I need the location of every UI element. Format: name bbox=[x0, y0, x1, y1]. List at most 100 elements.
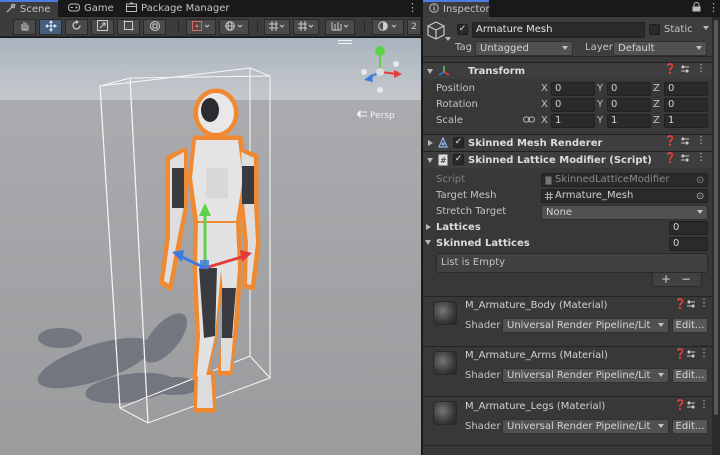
perspective-toggle[interactable]: Persp bbox=[356, 109, 395, 121]
transform-tool-button[interactable] bbox=[143, 19, 166, 35]
toolbar-divider bbox=[364, 21, 365, 33]
preset-sliders-icon[interactable] bbox=[686, 349, 696, 363]
help-icon[interactable]: ❓ bbox=[664, 136, 676, 148]
link-icon[interactable] bbox=[523, 115, 535, 127]
help-icon[interactable]: ❓ bbox=[664, 153, 676, 165]
edit-shader-button[interactable]: Edit... bbox=[672, 318, 708, 333]
skinned-lattices-label[interactable]: Skinned Lattices bbox=[436, 238, 530, 249]
chevron-down-icon bbox=[658, 373, 664, 377]
script-label: Script bbox=[436, 174, 466, 185]
scene-toolbar: 2 bbox=[0, 17, 421, 37]
hand-tool-button[interactable] bbox=[13, 19, 36, 35]
list-remove-button[interactable]: − bbox=[681, 272, 691, 286]
scale-y-field[interactable]: 1 bbox=[607, 114, 651, 128]
inspector-tab-menu-icon[interactable]: ⋮ bbox=[708, 2, 719, 14]
scene-tab-menu-icon[interactable]: ⋮ bbox=[407, 2, 418, 14]
help-icon[interactable]: ❓ bbox=[674, 299, 686, 311]
component-menu-icon[interactable]: ⋮ bbox=[696, 135, 706, 147]
preset-sliders-icon[interactable] bbox=[686, 400, 696, 414]
global-local-dropdown[interactable] bbox=[219, 19, 249, 35]
foldout-arrow-icon[interactable] bbox=[425, 240, 431, 245]
scene-viewport[interactable]: Persp bbox=[0, 38, 421, 455]
toolbar-divider bbox=[178, 21, 179, 33]
draw-mode-dropdown[interactable] bbox=[372, 19, 404, 35]
edit-shader-button[interactable]: Edit... bbox=[672, 368, 708, 383]
preset-sliders-icon[interactable] bbox=[680, 153, 690, 167]
component-menu-icon[interactable]: ⋮ bbox=[696, 152, 706, 164]
preset-sliders-icon[interactable] bbox=[680, 64, 690, 78]
target-mesh-field[interactable]: Armature_Mesh ⊙ bbox=[541, 189, 708, 203]
scale-tool-button[interactable] bbox=[91, 19, 114, 35]
tab-inspector[interactable]: Inspector bbox=[423, 0, 490, 17]
shader-dropdown-arms[interactable]: Universal Render Pipeline/Lit bbox=[502, 368, 669, 383]
position-z-field[interactable]: 0 bbox=[664, 82, 708, 96]
help-icon[interactable]: ❓ bbox=[674, 349, 686, 361]
list-add-button[interactable]: + bbox=[661, 272, 671, 286]
component-menu-icon[interactable]: ⋮ bbox=[699, 348, 709, 360]
scale-x-field[interactable]: 1 bbox=[551, 114, 595, 128]
2d-toggle-button[interactable]: 2 bbox=[407, 19, 421, 35]
skinned-lattices-count-field[interactable]: 0 bbox=[669, 237, 708, 251]
rotation-y-field[interactable]: 0 bbox=[607, 98, 651, 112]
section-divider bbox=[423, 396, 712, 397]
rect-tool-button[interactable] bbox=[117, 19, 140, 35]
preset-sliders-icon[interactable] bbox=[680, 136, 690, 150]
tab-package-manager[interactable]: Package Manager bbox=[120, 0, 235, 17]
lattice-modifier-checkbox[interactable]: ✓ bbox=[453, 154, 464, 165]
edit-shader-button[interactable]: Edit... bbox=[672, 419, 708, 434]
static-checkbox[interactable] bbox=[649, 24, 660, 35]
tab-game[interactable]: Game bbox=[62, 0, 120, 17]
hand-icon bbox=[19, 20, 30, 34]
preset-sliders-icon[interactable] bbox=[686, 299, 696, 313]
foldout-arrow-icon[interactable] bbox=[428, 140, 433, 146]
foldout-arrow-icon[interactable] bbox=[427, 69, 433, 74]
axis-y-label: Y bbox=[597, 83, 604, 94]
tab-scene[interactable]: Scene bbox=[0, 0, 58, 17]
axis-z-label: Z bbox=[653, 99, 660, 110]
foldout-arrow-icon[interactable] bbox=[427, 158, 433, 163]
list-empty-text: List is Empty bbox=[441, 257, 506, 268]
shading-sphere-icon bbox=[378, 20, 398, 34]
object-name-field[interactable]: Armature Mesh bbox=[472, 22, 645, 38]
active-checkbox[interactable]: ✓ bbox=[457, 24, 468, 35]
snap-increment-button[interactable] bbox=[293, 19, 319, 35]
inspector-scroll-thumb[interactable] bbox=[714, 20, 718, 415]
rotation-z-field[interactable]: 0 bbox=[664, 98, 708, 112]
move-tool-button[interactable] bbox=[39, 19, 62, 35]
rotate-tool-button[interactable] bbox=[65, 19, 88, 35]
lattices-count-field[interactable]: 0 bbox=[669, 221, 708, 235]
static-dropdown-arrow[interactable] bbox=[703, 26, 709, 30]
overlay-handle[interactable] bbox=[338, 40, 352, 44]
skinned-mesh-renderer-checkbox[interactable]: ✓ bbox=[453, 137, 464, 148]
component-menu-icon[interactable]: ⋮ bbox=[699, 399, 709, 411]
2d-toggle-label: 2 bbox=[411, 22, 417, 32]
scene-tab-icon bbox=[6, 3, 16, 16]
object-picker-icon[interactable]: ⊙ bbox=[696, 191, 704, 202]
gameobject-cube-icon bbox=[427, 21, 445, 44]
foldout-arrow-icon[interactable] bbox=[426, 224, 431, 230]
tag-dropdown[interactable]: Untagged bbox=[475, 41, 573, 56]
component-menu-icon[interactable]: ⋮ bbox=[699, 298, 709, 310]
scene-tab-bar: Scene Game Package Manager ⋮ bbox=[0, 0, 421, 17]
grid-snapping-button[interactable] bbox=[264, 19, 290, 35]
shader-dropdown-legs[interactable]: Universal Render Pipeline/Lit bbox=[502, 419, 669, 434]
position-y-field[interactable]: 0 bbox=[607, 82, 651, 96]
position-x-field[interactable]: 0 bbox=[551, 82, 595, 96]
mesh-renderer-icon bbox=[437, 136, 449, 152]
layer-dropdown[interactable]: Default bbox=[613, 41, 707, 56]
shader-value: Universal Render Pipeline/Lit bbox=[507, 370, 651, 381]
scale-z-field[interactable]: 1 bbox=[664, 114, 708, 128]
icon-dropdown-arrow[interactable] bbox=[445, 37, 451, 41]
increment-snap-dropdown[interactable] bbox=[325, 19, 355, 35]
orientation-gizmo[interactable] bbox=[352, 42, 408, 98]
axis-y-label: Y bbox=[597, 115, 604, 126]
component-menu-icon[interactable]: ⋮ bbox=[696, 63, 706, 75]
stretch-target-dropdown[interactable]: None bbox=[541, 205, 708, 220]
help-icon[interactable]: ❓ bbox=[674, 400, 686, 412]
shader-dropdown-body[interactable]: Universal Render Pipeline/Lit bbox=[502, 318, 669, 333]
lattices-label[interactable]: Lattices bbox=[436, 222, 481, 233]
rotation-x-field[interactable]: 0 bbox=[551, 98, 595, 112]
help-icon[interactable]: ❓ bbox=[664, 64, 676, 76]
pivot-mode-dropdown[interactable] bbox=[186, 19, 216, 35]
lock-icon[interactable] bbox=[692, 2, 701, 16]
